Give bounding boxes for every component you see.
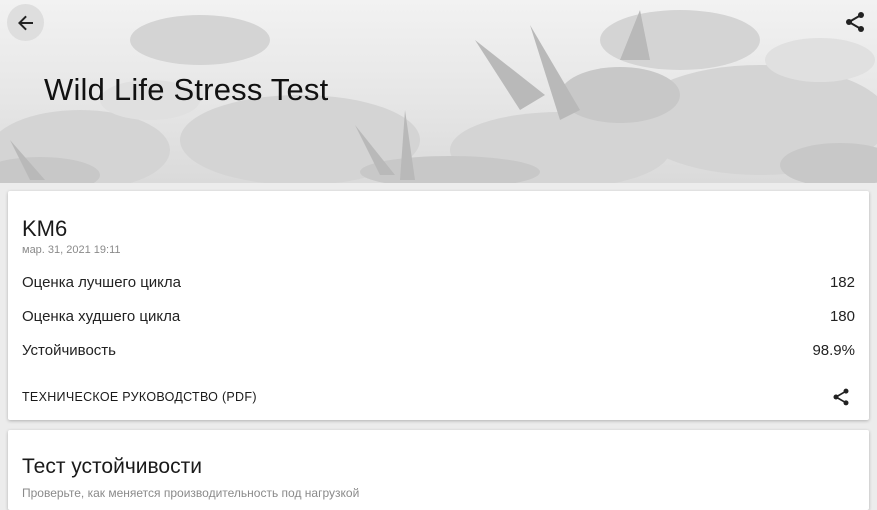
section-title: Тест устойчивости bbox=[22, 455, 202, 478]
device-name: KM6 bbox=[22, 216, 68, 241]
section-description: Проверьте, как меняется производительнос… bbox=[22, 486, 360, 500]
result-date: мар. 31, 2021 19:11 bbox=[22, 244, 121, 256]
back-button[interactable] bbox=[7, 4, 44, 41]
share-icon bbox=[846, 12, 864, 32]
share-result-button[interactable] bbox=[831, 387, 851, 407]
row-value: 98.9% bbox=[812, 341, 855, 359]
stability-row: Устойчивость 98.9% bbox=[22, 340, 855, 360]
stability-test-card[interactable]: Тест устойчивости Проверьте, как меняетс… bbox=[8, 430, 869, 510]
row-value: 180 bbox=[829, 307, 855, 325]
arrow-back-icon bbox=[17, 15, 33, 30]
technical-guide-link[interactable]: ТЕХНИЧЕСКОЕ РУКОВОДСТВО (PDF) bbox=[22, 390, 257, 404]
page-title: Wild Life Stress Test bbox=[44, 72, 329, 107]
row-label: Оценка худшего цикла bbox=[22, 307, 181, 325]
share-button[interactable] bbox=[843, 10, 867, 34]
result-card: KM6 мар. 31, 2021 19:11 Оценка лучшего ц… bbox=[8, 191, 869, 420]
share-icon bbox=[833, 388, 849, 406]
row-value: 182 bbox=[829, 273, 855, 291]
row-label: Устойчивость bbox=[22, 341, 116, 359]
worst-loop-score-row: Оценка худшего цикла 180 bbox=[22, 306, 855, 326]
best-loop-score-row: Оценка лучшего цикла 182 bbox=[22, 272, 855, 292]
hero-header: Wild Life Stress Test bbox=[0, 0, 877, 183]
row-label: Оценка лучшего цикла bbox=[22, 273, 182, 291]
